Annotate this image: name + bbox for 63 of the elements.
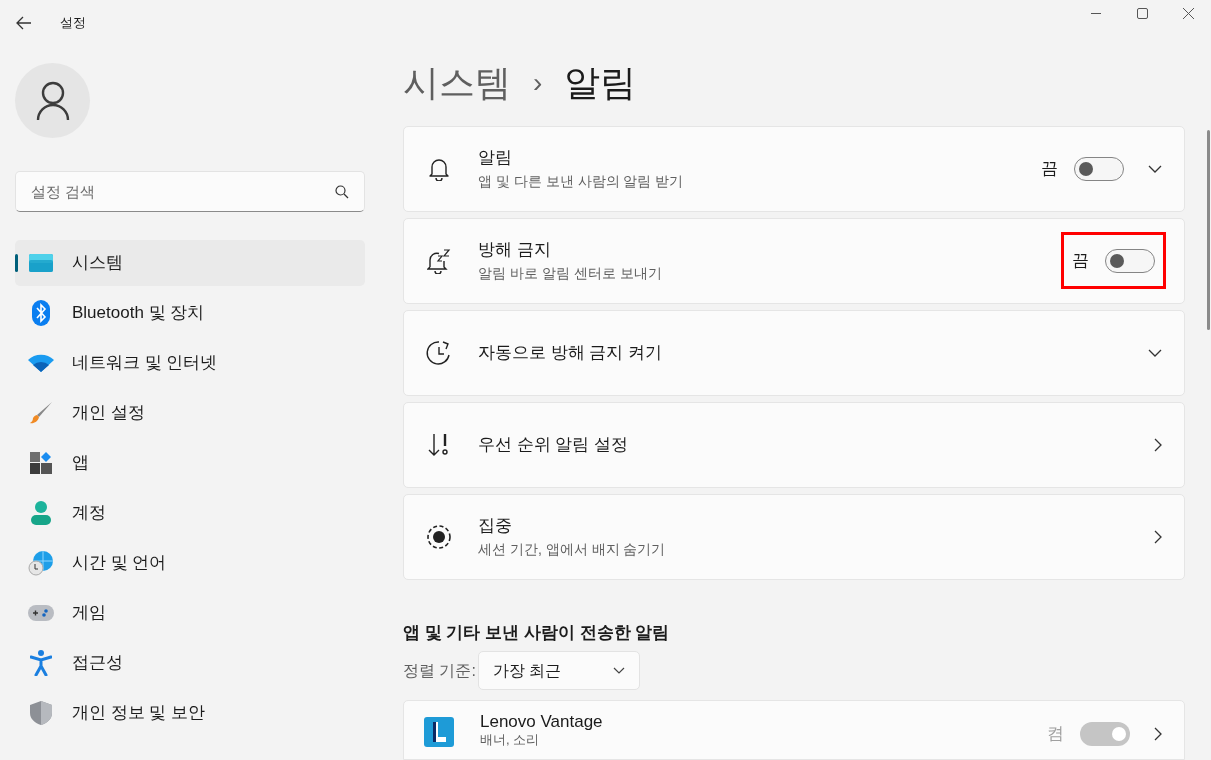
sort-dropdown[interactable]: 가장 최근 [477,651,640,690]
setting-title: 우선 순위 알림 설정 [478,433,630,456]
shield-icon [29,701,52,725]
section-heading: 앱 및 기타 보낸 사람이 전송한 알림 [403,621,671,644]
sidebar-item[interactable]: 게임 [15,590,365,636]
toggle-state-label: 켬 [1047,723,1064,745]
settings-card[interactable]: 우선 순위 알림 설정 [403,401,1185,488]
gamepad-icon [27,605,54,621]
minimize-icon[interactable] [1091,12,1101,14]
setting-description: 앱 및 다른 보낸 사람의 알림 받기 [478,171,685,191]
settings-card[interactable]: 방해 금지 알림 바로 알림 센터로 보내기 끔 [403,217,1185,304]
sort-label: 정렬 기준: [403,660,476,681]
page-title: 알림 [564,61,637,106]
chevron-right-icon [1154,437,1162,452]
toggle-switch[interactable] [1105,248,1155,273]
wifi-icon [27,354,54,372]
setting-description: 세션 기간, 앱에서 배지 숨기기 [478,539,667,559]
chevron-down-icon[interactable] [1148,164,1162,173]
app-name: Lenovo Vantage [480,713,604,731]
sidebar-item[interactable]: 앱 [15,440,365,486]
setting-title: 알림 [478,147,513,170]
setting-description: 알림 바로 알림 센터로 보내기 [478,263,663,283]
toggle-switch[interactable] [1074,156,1124,181]
setting-title: 방해 금지 [478,239,552,262]
settings-card[interactable]: 알림 앱 및 다른 보낸 사람의 알림 받기 끔 [403,125,1185,212]
bluetooth-icon [31,300,50,326]
sidebar-item[interactable]: 시스템 [15,240,365,286]
snooze-icon [427,247,451,274]
apps-icon [29,452,52,474]
sidebar-item[interactable]: 네트워크 및 인터넷 [15,340,365,386]
back-icon[interactable] [16,16,32,30]
scrollbar[interactable] [1207,130,1210,330]
sidebar-item[interactable]: 접근성 [15,640,365,686]
sidebar-item[interactable]: 계정 [15,490,365,536]
clock-icon [426,339,452,366]
account-icon [30,501,51,525]
toggle-state-label: 끔 [1072,249,1089,272]
chevron-down-icon[interactable] [1148,348,1162,357]
breadcrumb-link[interactable]: 시스템 [403,56,511,111]
app-description: 배너, 소리 [480,731,541,749]
globe-icon [27,550,54,576]
toggle-state-label: 끔 [1041,157,1058,180]
search-field[interactable]: 설정 검색 [15,171,365,212]
settings-card[interactable]: 집중 세션 기간, 앱에서 배지 숨기기 [403,493,1185,580]
sidebar-item[interactable]: Bluetooth 및 장치 [15,290,365,336]
chevron-right-icon [1154,726,1162,741]
person-icon [35,80,70,121]
settings-card[interactable]: 자동으로 방해 금지 켜기 [403,309,1185,396]
sidebar-item[interactable]: 개인 설정 [15,390,365,436]
bell-icon [428,156,450,181]
window-title: 설정 [60,14,86,33]
chevron-down-icon [612,667,625,674]
breadcrumb-separator: › [533,66,543,101]
sidebar-item[interactable]: 개인 정보 및 보안 [15,690,365,736]
maximize-icon[interactable] [1136,7,1148,19]
setting-title: 자동으로 방해 금지 켜기 [478,341,664,364]
selection-indicator [15,254,18,272]
close-icon[interactable] [1182,7,1194,19]
setting-title: 집중 [478,515,513,538]
sidebar-item[interactable]: 시간 및 언어 [15,540,365,586]
chevron-right-icon [1154,529,1162,544]
search-icon [335,185,349,199]
app-logo [424,717,454,747]
